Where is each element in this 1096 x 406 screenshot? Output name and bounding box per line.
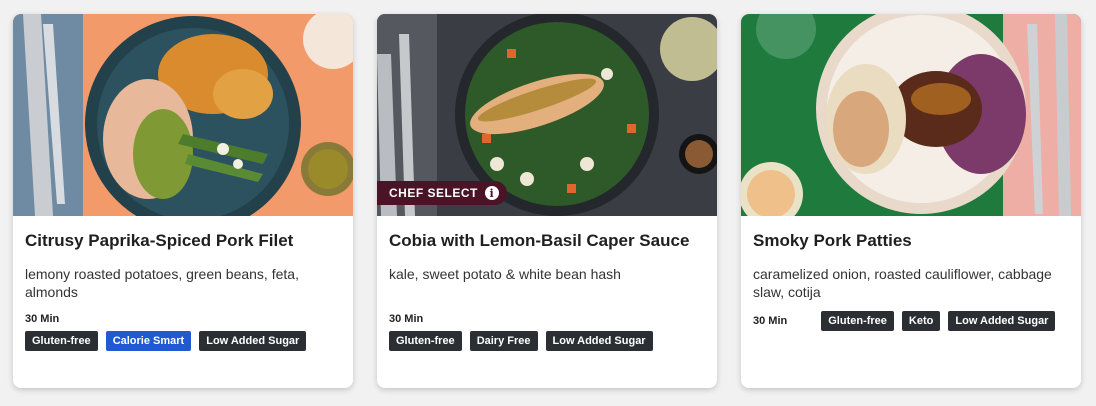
recipe-title[interactable]: Smoky Pork Patties — [753, 231, 1069, 251]
tag-gluten-free: Gluten-free — [821, 311, 894, 331]
recipe-card-1[interactable]: Citrusy Paprika-Spiced Pork Filet lemony… — [13, 14, 353, 388]
recipe-image-pork-filet[interactable] — [13, 14, 353, 216]
recipe-meta: 30 Min Gluten-free Keto Low Added Sugar — [753, 311, 1069, 331]
chef-select-badge[interactable]: CHEF SELECT i — [377, 181, 507, 205]
cook-time: 30 Min — [25, 313, 60, 325]
recipe-title[interactable]: Cobia with Lemon-Basil Caper Sauce — [389, 231, 705, 251]
tag-list: Gluten-free Keto Low Added Sugar — [821, 311, 1056, 331]
badge-label: CHEF SELECT — [389, 186, 478, 200]
tag-list: Gluten-free Dairy Free Low Added Sugar — [389, 331, 705, 351]
recipe-card-3[interactable]: Smoky Pork Patties caramelized onion, ro… — [741, 14, 1081, 388]
tag-low-added-sugar: Low Added Sugar — [199, 331, 307, 351]
cook-time: 30 Min — [753, 315, 788, 327]
tag-dairy-free: Dairy Free — [469, 331, 538, 351]
tag-low-added-sugar: Low Added Sugar — [948, 311, 1056, 331]
tag-calorie-smart: Calorie Smart — [105, 331, 192, 351]
recipe-image-pork-patties[interactable] — [741, 14, 1081, 216]
tag-gluten-free: Gluten-free — [25, 331, 98, 351]
cook-time: 30 Min — [389, 313, 424, 325]
tag-keto: Keto — [901, 311, 941, 331]
recipe-description: caramelized onion, roasted cauliflower, … — [753, 266, 1052, 300]
tag-gluten-free: Gluten-free — [389, 331, 462, 351]
recipe-description: kale, sweet potato & white bean hash — [389, 266, 621, 282]
recipe-title[interactable]: Citrusy Paprika-Spiced Pork Filet — [25, 231, 341, 251]
recipe-card-2[interactable]: CHEF SELECT i Cobia with Lemon-Basil Cap… — [377, 14, 717, 388]
tag-low-added-sugar: Low Added Sugar — [545, 331, 653, 351]
recipe-description: lemony roasted potatoes, green beans, fe… — [25, 266, 299, 300]
info-icon[interactable]: i — [484, 186, 499, 200]
tag-list: Gluten-free Calorie Smart Low Added Suga… — [25, 331, 341, 351]
